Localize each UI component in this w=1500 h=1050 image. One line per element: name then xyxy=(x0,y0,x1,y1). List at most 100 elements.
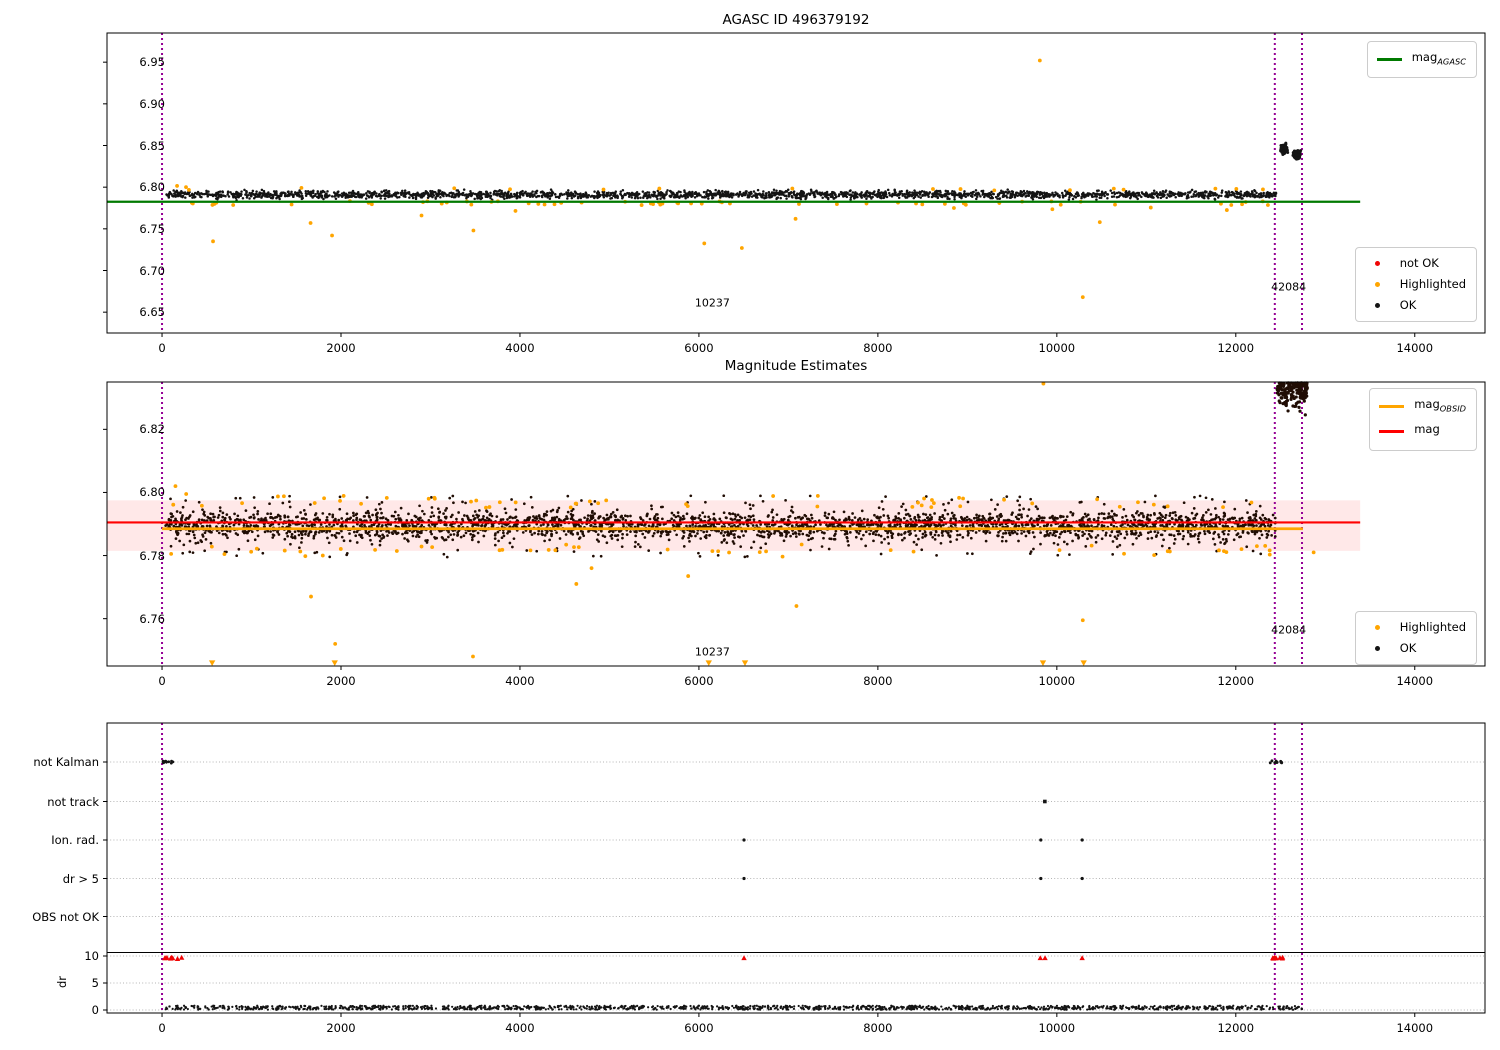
xticks-plot2 xyxy=(161,1013,1416,1017)
annotation-10237: 10237 xyxy=(694,296,730,310)
legend-item-ok: OK xyxy=(1365,295,1466,316)
y-tick-label-6.75: 6.75 xyxy=(139,221,165,236)
red-line-swatch xyxy=(1379,430,1405,434)
clipped-low-triangle xyxy=(705,660,712,666)
y-tick-label-6.80: 6.80 xyxy=(139,180,165,195)
x-tick-label-12000: 12000 xyxy=(1217,1021,1255,1035)
y-tick-label-6.80: 6.80 xyxy=(139,485,165,500)
vlines-plot0 xyxy=(161,33,1304,333)
category-label: dr > 5 xyxy=(62,871,99,886)
orange-line-swatch xyxy=(1379,405,1405,409)
x-tick-label-2000: 2000 xyxy=(326,674,356,688)
category-label: not track xyxy=(47,794,99,809)
dr10-red-marker xyxy=(178,954,185,960)
x-tick-label-6000: 6000 xyxy=(684,341,714,355)
x-tick-label-6000: 6000 xyxy=(684,1021,714,1035)
dr10-red-marker xyxy=(741,955,747,961)
x-tick-label-2000: 2000 xyxy=(326,341,356,355)
clipped-low-triangle xyxy=(741,660,749,666)
legend-label: OK xyxy=(1399,641,1417,655)
xticks-plot0 xyxy=(161,333,1416,337)
clipped-low-triangle xyxy=(1039,660,1047,666)
not-kalman-points xyxy=(161,759,1284,765)
ion-rad-point xyxy=(1080,838,1084,842)
x-tick-label-0: 0 xyxy=(158,1021,166,1035)
dr-tick-label-0: 0 xyxy=(91,1003,99,1017)
x-tick-label-10000: 10000 xyxy=(1038,1021,1076,1035)
orange-dot-swatch xyxy=(1374,625,1380,630)
ion-rad-point xyxy=(1039,838,1043,842)
legend-label: OK xyxy=(1399,298,1417,312)
legend-item-highlighted: Highlighted xyxy=(1365,617,1466,638)
legend-label: mag xyxy=(1414,422,1440,437)
category-label: Ion. rad. xyxy=(51,833,99,847)
dr-tick-label-10: 10 xyxy=(84,949,99,963)
annotation-42084: 42084 xyxy=(1271,623,1307,637)
x-tick-label-8000: 8000 xyxy=(863,341,893,355)
y-tick-label-6.76: 6.76 xyxy=(139,611,165,626)
legend-item-mag-agasc: magAGASC xyxy=(1376,47,1466,72)
dr10-red-marker xyxy=(174,956,181,961)
dr-gt-5-point xyxy=(1039,876,1043,881)
orange-dot-swatch xyxy=(1374,282,1380,287)
x-tick-label-4000: 4000 xyxy=(505,1021,535,1035)
y-tick-label-6.70: 6.70 xyxy=(139,263,165,278)
x-tick-label-10000: 10000 xyxy=(1038,674,1076,688)
dr-tick-label-5: 5 xyxy=(91,976,99,990)
legend-mag-agasc: magAGASC xyxy=(1366,41,1477,79)
highlighted-clipped-markers xyxy=(208,660,1087,666)
figure: AGASC ID 496379192 Magnitude Estimates m… xyxy=(0,0,1500,1050)
x-tick-label-8000: 8000 xyxy=(863,674,893,688)
black-dot-swatch xyxy=(1374,646,1380,651)
axes-border-plot2 xyxy=(106,722,1486,1014)
x-tick-label-6000: 6000 xyxy=(684,674,714,688)
vlines-plot2 xyxy=(161,723,1304,1013)
highlighted-points xyxy=(175,58,1270,300)
dr-points-band xyxy=(164,1004,1303,1011)
x-tick-label-12000: 12000 xyxy=(1217,674,1255,688)
y-tick-label-6.90: 6.90 xyxy=(139,96,165,111)
dr-gt-5-point xyxy=(742,876,746,881)
plots-canvas xyxy=(103,32,1486,1017)
legend-item-mag: mag xyxy=(1379,419,1466,444)
clipped-low-triangle xyxy=(208,660,216,666)
legend-item-not-ok: not OK xyxy=(1365,253,1466,274)
x-tick-label-14000: 14000 xyxy=(1396,674,1434,688)
legend-item-ok: OK xyxy=(1365,638,1466,659)
not-ok-dr10-points xyxy=(162,954,1286,961)
legend-point-types-top: not OK Highlighted OK xyxy=(1354,247,1477,322)
plot2-title: Magnitude Estimates xyxy=(724,358,868,374)
plot1-title: AGASC ID 496379192 xyxy=(722,12,870,28)
ok-points-cluster xyxy=(1279,141,1303,161)
legend-point-types-middle: Highlighted OK xyxy=(1354,611,1477,665)
red-dot-swatch xyxy=(1374,261,1380,266)
clipped-low-triangle xyxy=(1080,660,1087,666)
y-tick-label-6.65: 6.65 xyxy=(139,305,165,320)
x-tick-label-0: 0 xyxy=(158,341,166,355)
x-tick-label-14000: 14000 xyxy=(1396,1021,1434,1035)
y-tick-label-6.85: 6.85 xyxy=(139,138,165,153)
green-line-swatch xyxy=(1376,58,1402,62)
x-tick-label-2000: 2000 xyxy=(326,1021,356,1035)
dr-gt-5-point xyxy=(1080,876,1084,881)
x-tick-label-8000: 8000 xyxy=(863,1021,893,1035)
y-tick-label-6.78: 6.78 xyxy=(139,548,165,563)
ok-points-cluster-clipped xyxy=(1275,381,1309,417)
annotation-10237: 10237 xyxy=(694,645,730,659)
x-tick-label-10000: 10000 xyxy=(1038,341,1076,355)
flag-gridlines xyxy=(107,761,1485,1011)
legend-item-highlighted: Highlighted xyxy=(1365,274,1466,295)
legend-item-mag-obsid: magOBSID xyxy=(1379,394,1466,419)
black-dot-swatch xyxy=(1374,303,1380,308)
x-tick-label-4000: 4000 xyxy=(505,674,535,688)
legend-label: magAGASC xyxy=(1411,50,1466,67)
x-tick-label-14000: 14000 xyxy=(1396,341,1434,355)
x-tick-label-0: 0 xyxy=(158,674,166,688)
ok-points-band xyxy=(165,188,1278,202)
not-track-point xyxy=(1043,799,1047,804)
clipped-low-triangle xyxy=(331,660,338,666)
category-label: not Kalman xyxy=(33,755,99,769)
xticks-plot1 xyxy=(161,666,1416,670)
y-tick-label-6.95: 6.95 xyxy=(139,55,165,70)
legend-label: Highlighted xyxy=(1399,620,1466,634)
